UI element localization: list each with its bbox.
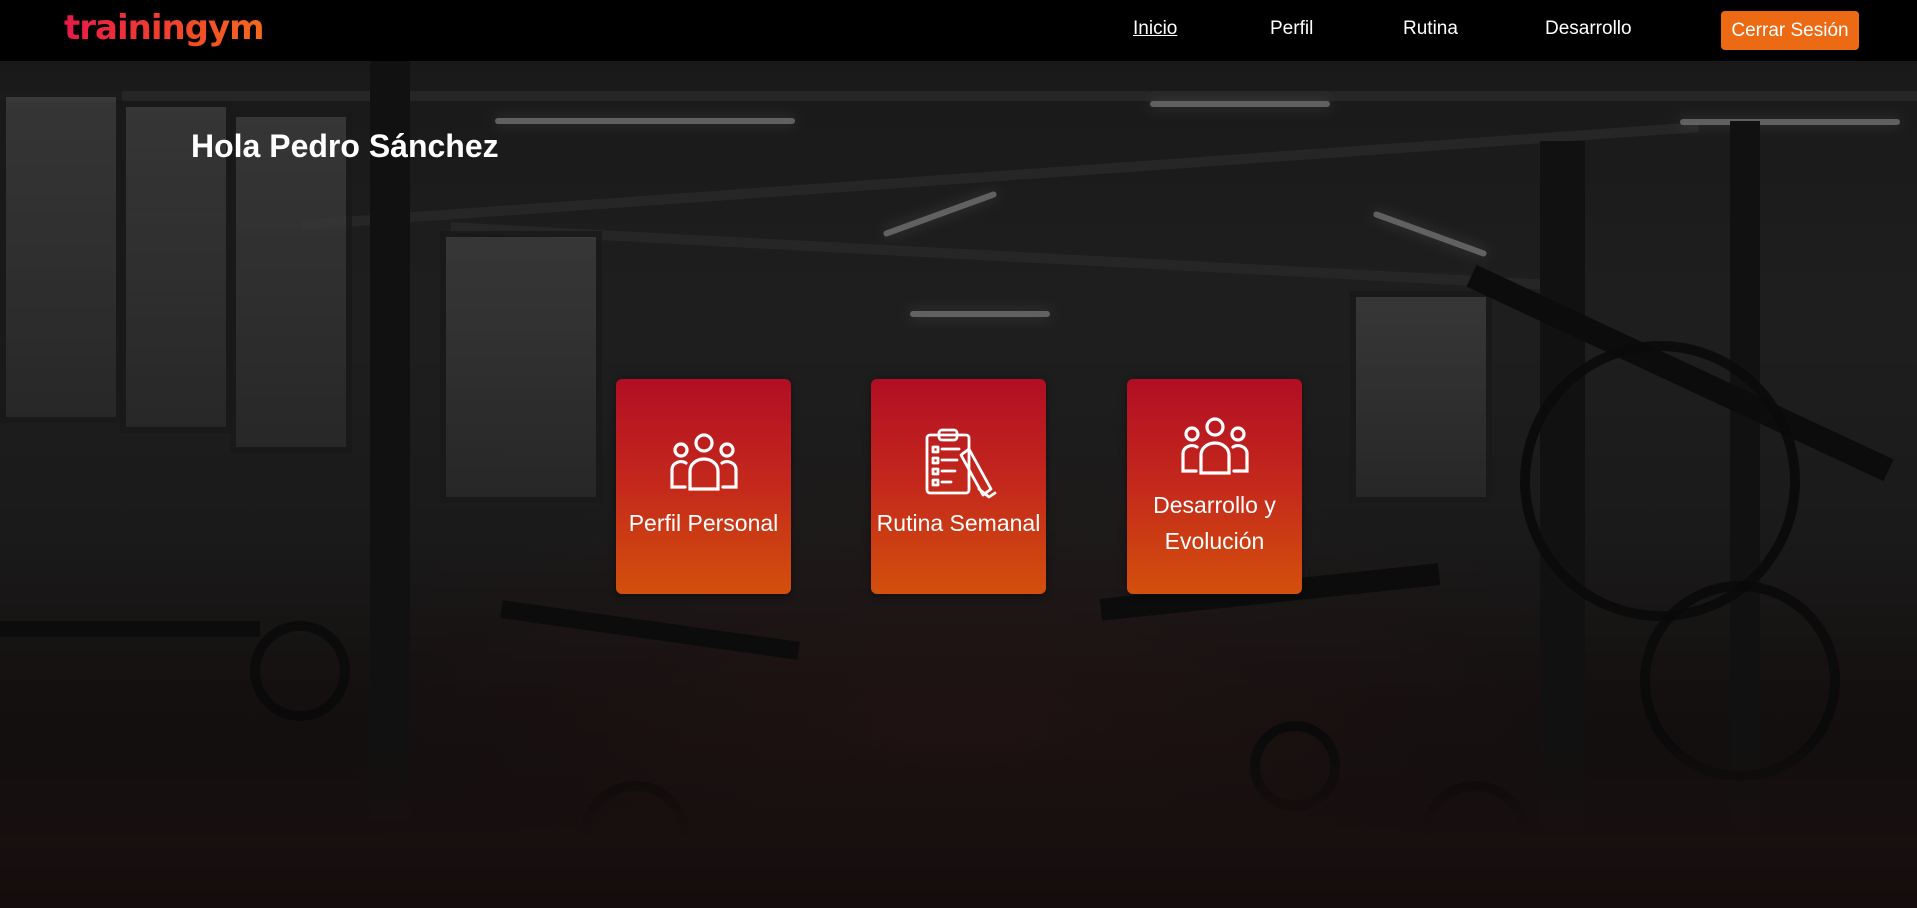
card-perfil-personal[interactable]: Perfil Personal (616, 379, 791, 594)
card-rutina-semanal[interactable]: Rutina Semanal (871, 379, 1046, 594)
nav-link-inicio[interactable]: Inicio (1133, 18, 1177, 40)
card-label: Desarrollo y Evolución (1153, 492, 1276, 554)
greeting-heading: Hola Pedro Sánchez (191, 128, 499, 164)
people-group-icon (668, 431, 740, 498)
clipboard-checklist-icon (921, 427, 997, 504)
people-group-icon (1179, 415, 1251, 482)
nav-link-desarrollo[interactable]: Desarrollo (1545, 18, 1632, 40)
nav-link-rutina[interactable]: Rutina (1403, 18, 1458, 40)
card-label: Rutina Semanal (876, 510, 1041, 536)
logout-button[interactable]: Cerrar Sesión (1721, 11, 1859, 50)
card-desarrollo-evolucion[interactable]: Desarrollo y Evolución (1127, 379, 1302, 594)
top-navbar: trainingym Inicio Perfil Rutina Desarrol… (0, 0, 1917, 61)
nav-link-perfil[interactable]: Perfil (1270, 18, 1313, 40)
card-label: Perfil Personal (628, 510, 779, 536)
trainingym-logo[interactable]: trainingym (64, 8, 265, 48)
